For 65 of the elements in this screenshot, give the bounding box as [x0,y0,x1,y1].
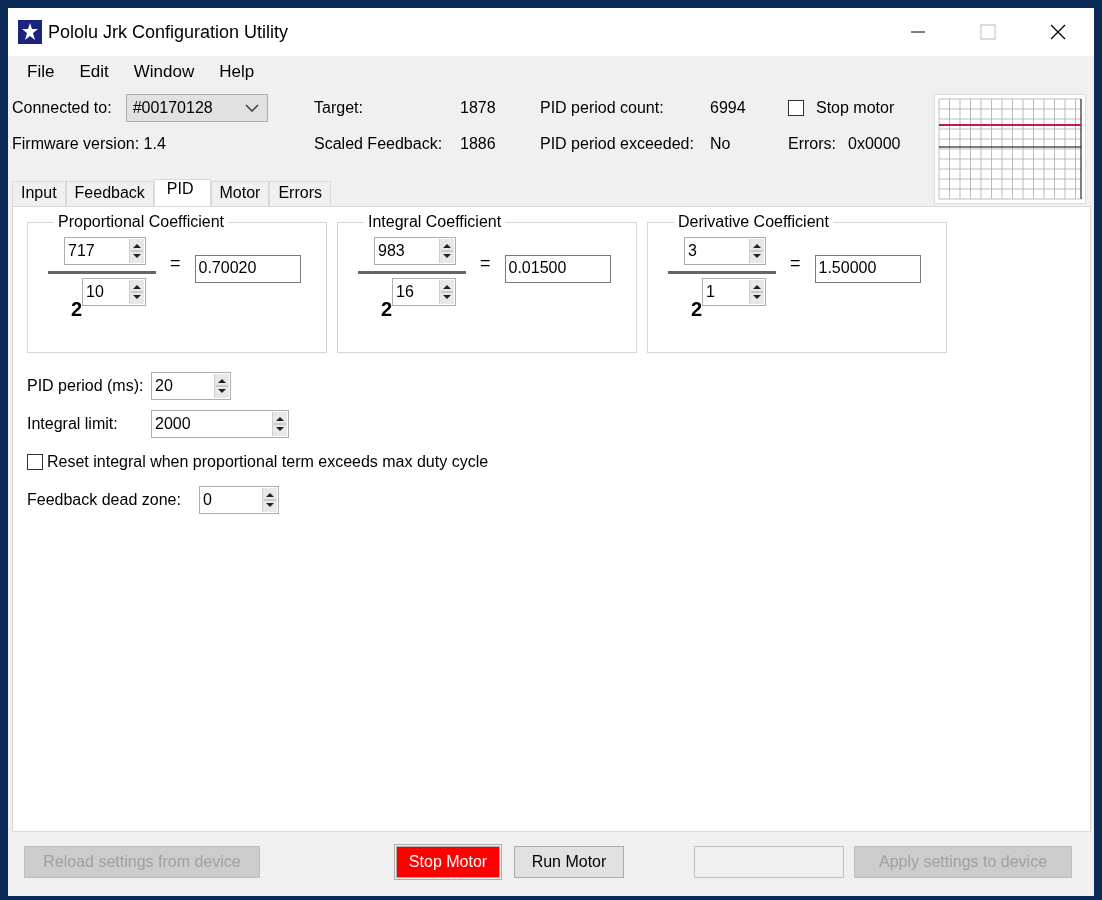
spinner-arrows-icon[interactable] [129,280,144,304]
window-title: Pololu Jrk Configuration Utility [48,21,289,43]
menu-item[interactable]: File [16,62,69,82]
tab[interactable]: Input [12,181,66,206]
number-spinner[interactable]: 717 [64,237,146,265]
setting-label: Feedback dead zone: [27,491,182,509]
checkbox-label: Stop motor [816,99,895,117]
equals-sign: = [170,253,181,274]
tab[interactable]: PID [153,179,211,206]
base-number: 2 [380,298,392,321]
spinner-arrows-icon[interactable] [749,239,764,263]
number-spinner[interactable]: 16 [392,278,456,306]
reading-value: 6994 [710,99,746,117]
group-title: Proportional Coefficient [57,213,226,231]
firmware-version: Firmware version: 1.4 [12,135,166,153]
spinner-arrows-icon[interactable] [439,239,454,263]
menu-item[interactable]: Window [122,62,209,82]
base-number: 2 [70,298,82,321]
star-logo-icon [18,20,42,44]
tab[interactable]: Feedback [65,181,154,206]
tab[interactable]: Motor [210,181,270,206]
equals-sign: = [790,253,801,274]
errors-value: 0x0000 [848,135,901,153]
number-spinner[interactable]: 2000 [151,410,289,438]
errors-label: Errors: [788,135,837,153]
close-icon[interactable] [1050,24,1066,40]
checkbox-label: Reset integral when proportional term exceeds max duty cycle [47,453,489,471]
stop-motor-checkbox[interactable] [788,100,804,116]
number-spinner[interactable]: 983 [374,237,456,265]
reading-label: Target: [314,99,364,117]
connected-label: Connected to: [12,99,112,117]
device-dropdown[interactable]: #00170128 [125,94,268,122]
action-button[interactable]: Run Motor [514,846,624,878]
result-field[interactable]: 1.50000 [814,255,921,283]
equals-sign: = [480,253,491,274]
result-field[interactable]: 0.01500 [504,255,611,283]
action-button[interactable]: Stop Motor [396,846,500,878]
reset-integral-checkbox[interactable] [27,454,43,470]
setting-label: Integral limit: [27,415,119,433]
spinner-arrows-icon[interactable] [749,280,764,304]
reading-label: PID period count: [540,99,665,117]
number-spinner[interactable]: 20 [151,372,231,400]
reading-label: PID period exceeded: [540,135,695,153]
spinner-arrows-icon[interactable] [272,412,287,436]
tab[interactable]: Errors [269,181,331,206]
menu-item[interactable]: Help [208,62,269,82]
reading-label: Scaled Feedback: [314,135,444,153]
base-number: 2 [690,298,702,321]
number-spinner[interactable]: 1 [702,278,766,306]
spinner-arrows-icon[interactable] [129,239,144,263]
group-title: Derivative Coefficient [677,213,830,231]
chevron-down-icon [244,104,259,112]
number-spinner[interactable]: 0 [199,486,279,514]
setting-label: PID period (ms): [27,377,145,395]
spinner-arrows-icon[interactable] [214,374,229,398]
spinner-arrows-icon[interactable] [439,280,454,304]
reading-value: 1886 [460,135,496,153]
spinner-arrows-icon[interactable] [262,488,277,512]
reading-value: 1878 [460,99,496,117]
number-spinner[interactable]: 10 [82,278,146,306]
group-title: Integral Coefficient [367,213,503,231]
reading-value: No [710,135,731,153]
number-spinner[interactable]: 3 [684,237,766,265]
result-field[interactable]: 0.70020 [194,255,301,283]
menu-item[interactable]: Edit [68,62,123,82]
